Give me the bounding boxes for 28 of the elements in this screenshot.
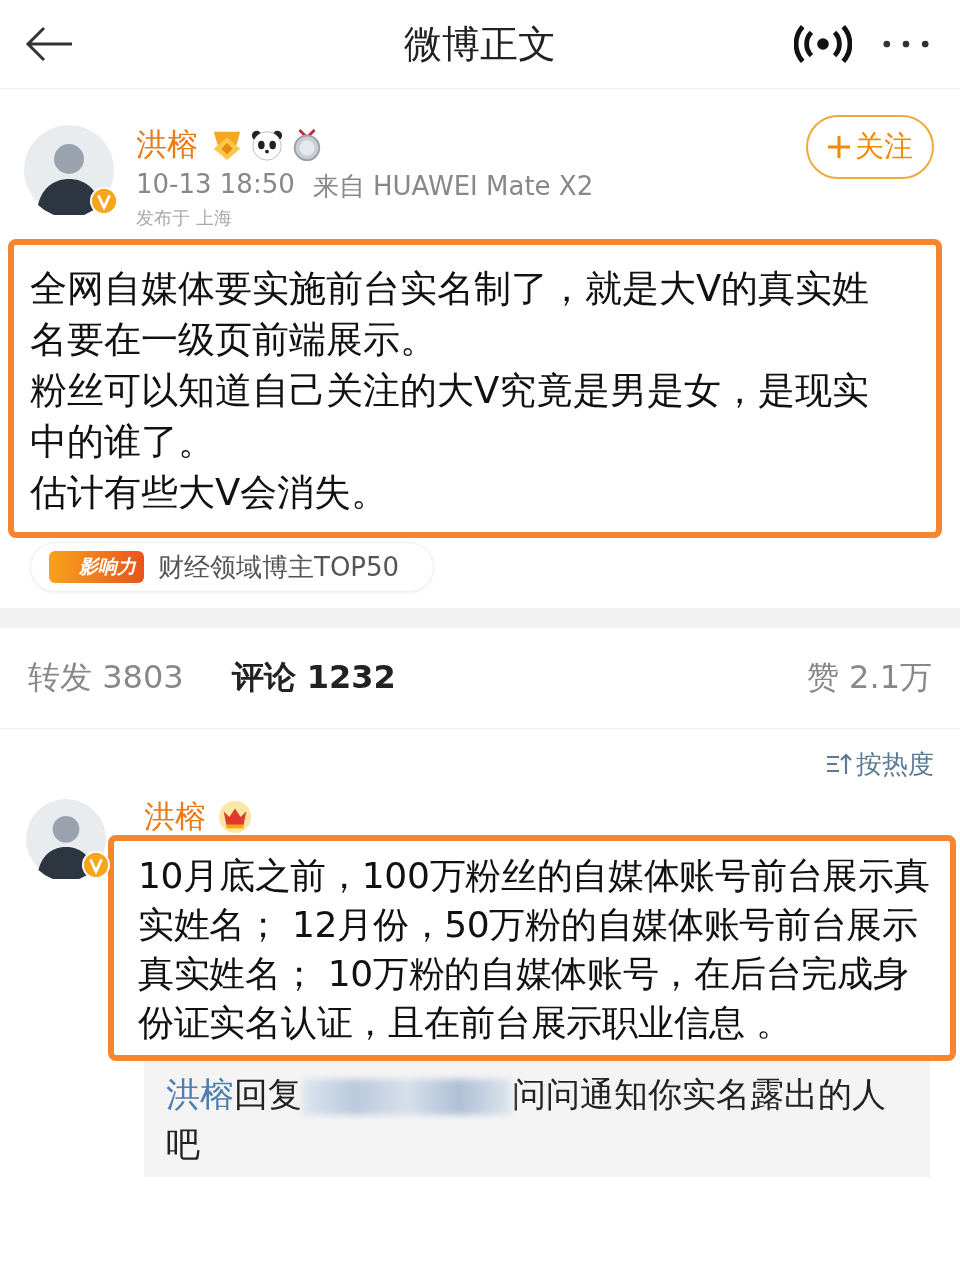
comment-text: 10月底之前，100万粉丝的自媒体账号前台展示真实姓名； 12月份，50万粉的自媒体账号前台展示真实姓名； 10万粉的自媒体账号，在后台完成身份证实名认证，且在前台展示职业信息 。 — [108, 835, 956, 1061]
commenter-name[interactable]: 洪榕 — [144, 796, 206, 838]
stat-tab[interactable]: 转发 3803 — [28, 656, 184, 700]
influence-tag[interactable]: 影响力 财经领域博主TOP50 — [30, 542, 434, 592]
post-time: 10-13 18:50 — [136, 169, 295, 201]
stat-tab[interactable]: 赞 2.1万 — [806, 656, 932, 700]
sort-icon — [826, 752, 852, 776]
avatar[interactable] — [26, 799, 106, 879]
post-source: 来自 HUAWEI Mate X2 — [312, 170, 594, 203]
page-title: 微博正文 — [403, 20, 557, 68]
stat-tab[interactable]: 评论 1232 — [231, 656, 396, 700]
post-text: 全网自媒体要实施前台实名制了，就是大V的真实姓名要在一级页前端展示。 粉丝可以知道自己关注的大V究竟是男是女，是现实中的谁了。 估计有些大V会消失。 — [8, 239, 942, 538]
author-name[interactable]: 洪榕 — [136, 124, 198, 166]
reply-panel[interactable]: 洪榕回复 问问通知你实名露出的人吧 — [144, 1061, 930, 1177]
tag-text: 财经领域博主TOP50 — [158, 550, 400, 584]
follow-button[interactable]: 关注 — [806, 115, 934, 179]
sort-button[interactable]: 按热度 — [826, 746, 934, 782]
reply-author-link[interactable]: 洪榕 — [166, 1074, 234, 1114]
influence-badge: 影响力 — [49, 551, 144, 583]
plus-icon — [827, 135, 851, 159]
broadcast-icon[interactable] — [794, 24, 852, 64]
avatar[interactable] — [24, 125, 114, 215]
post-location: 发布于 上海 — [136, 206, 233, 230]
crown-icon — [218, 800, 252, 834]
panda-icon — [250, 128, 284, 162]
reply-text: 洪榕回复 问问通知你实名露出的人吧 — [166, 1074, 886, 1164]
back-icon[interactable] — [24, 26, 74, 62]
more-icon[interactable] — [882, 39, 930, 49]
